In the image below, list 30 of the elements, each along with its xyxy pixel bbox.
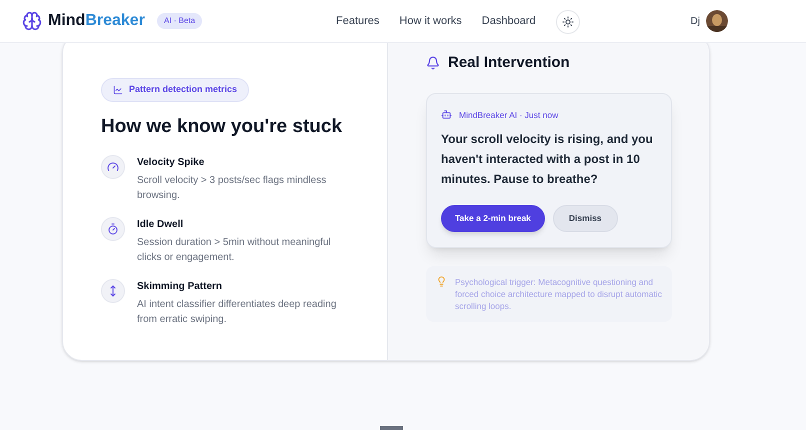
notification-sender: MindBreaker AI · Just now — [459, 108, 558, 122]
note-text: Psychological trigger: Metacognitive questioning and forced choice architecture mapped to disrupt automatic scrolling loops. — [455, 276, 662, 312]
metrics-badge: Pattern detection metrics — [101, 78, 250, 102]
intervention-title: Real Intervention — [448, 53, 570, 73]
user-name: Dj — [690, 14, 700, 28]
break-button[interactable]: Take a 2-min break — [441, 205, 545, 232]
theme-toggle-button[interactable] — [556, 10, 580, 34]
metric-title: Skimming Pattern — [137, 280, 224, 294]
avatar[interactable] — [706, 10, 728, 32]
metric-description: Session duration > 5min without meaningful clicks or engagement. — [137, 236, 332, 266]
nav-link[interactable]: Features — [336, 13, 380, 30]
lightbulb-icon — [436, 276, 447, 288]
metric-icon — [101, 279, 125, 304]
metric-icon — [101, 217, 125, 242]
metric-icon — [101, 155, 125, 180]
brand-name: MindBreaker — [48, 11, 145, 31]
beta-badge: AI · Beta — [156, 13, 202, 29]
metric-description: AI intent classifier differentiates deep reading from erratic swiping. — [137, 298, 337, 328]
metric-description: Scroll velocity > 3 posts/sec flags mindless browsing. — [137, 174, 328, 204]
metric-title: Velocity Spike — [137, 156, 206, 170]
nav-link[interactable]: How it works — [399, 13, 462, 30]
dismiss-button[interactable]: Dismiss — [552, 205, 618, 232]
notification-message: Your scroll velocity is rising, and you haven't interacted with a post in 10 minutes. Pause to breathe? — [441, 131, 654, 188]
section-title: How we know you're stuck — [101, 114, 344, 139]
brain-logo-icon — [22, 11, 42, 31]
robot-icon — [441, 109, 452, 120]
metric-title: Idle Dwell — [137, 218, 184, 232]
nav-link[interactable]: Dashboard — [482, 13, 536, 30]
sun-icon — [562, 16, 574, 28]
bell-icon — [426, 56, 440, 70]
